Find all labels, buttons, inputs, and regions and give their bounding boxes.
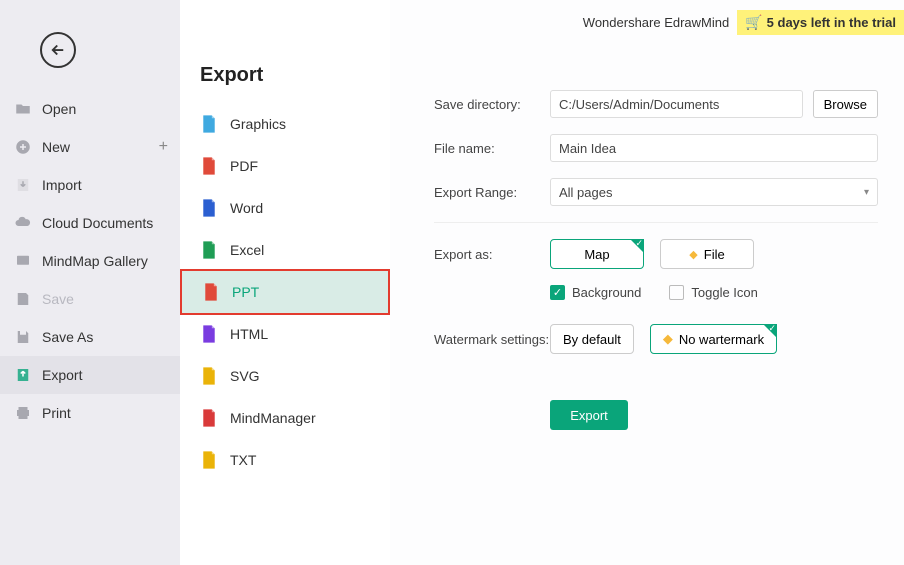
- checkbox-icon: [669, 285, 684, 300]
- format-label: TXT: [230, 452, 256, 468]
- import-icon: [14, 176, 32, 194]
- cb-label: Background: [572, 285, 641, 300]
- format-label: MindManager: [230, 410, 316, 426]
- save-icon: [14, 290, 32, 308]
- menu-print[interactable]: Print: [0, 394, 180, 432]
- arrow-left-icon: [49, 41, 67, 59]
- format-ppt[interactable]: PPT: [180, 269, 390, 315]
- file-ppt-icon: [202, 282, 220, 302]
- panel-title: Export: [180, 56, 390, 103]
- format-label: PDF: [230, 158, 258, 174]
- cb-label: Toggle Icon: [691, 285, 758, 300]
- menu-label: Cloud Documents: [42, 215, 153, 231]
- watermark-default[interactable]: By default: [550, 324, 634, 354]
- settings-pane: Save directory: Browse File name: Export…: [390, 0, 904, 565]
- watermark-label: Watermark settings:: [434, 332, 550, 347]
- format-svg[interactable]: SVG: [180, 355, 390, 397]
- format-label: SVG: [230, 368, 260, 384]
- menu-save: Save: [0, 280, 180, 318]
- saveas-icon: [14, 328, 32, 346]
- menu-label: Export: [42, 367, 82, 383]
- export-range-select[interactable]: All pages ▾: [550, 178, 878, 206]
- format-label: Graphics: [230, 116, 286, 132]
- chevron-down-icon: ▾: [864, 187, 869, 198]
- back-button[interactable]: [40, 32, 76, 68]
- menu-label: Save: [42, 291, 74, 307]
- watermark-none[interactable]: ◆No wartermark: [650, 324, 777, 354]
- export-button[interactable]: Export: [550, 400, 628, 430]
- file-name-label: File name:: [434, 141, 550, 156]
- menu-label: MindMap Gallery: [42, 253, 148, 269]
- export-range-label: Export Range:: [434, 185, 550, 200]
- format-label: PPT: [232, 284, 259, 300]
- save-dir-label: Save directory:: [434, 97, 550, 112]
- diamond-icon: ◆: [689, 248, 697, 261]
- export-as-file[interactable]: ◆File: [660, 239, 754, 269]
- file-html-icon: [200, 324, 218, 344]
- checkbox-checked-icon: ✓: [550, 285, 565, 300]
- format-graphics[interactable]: Graphics: [180, 103, 390, 145]
- menu-saveas[interactable]: Save As: [0, 318, 180, 356]
- plus-circle-icon: [14, 138, 32, 156]
- trial-text: 5 days left in the trial: [767, 15, 896, 30]
- cloud-icon: [14, 214, 32, 232]
- folder-icon: [14, 100, 32, 118]
- format-html[interactable]: HTML: [180, 313, 390, 355]
- file-pdf-icon: [200, 156, 218, 176]
- menu-open[interactable]: Open: [0, 90, 180, 128]
- format-word[interactable]: Word: [180, 187, 390, 229]
- print-icon: [14, 404, 32, 422]
- menu-import[interactable]: Import: [0, 166, 180, 204]
- format-label: Word: [230, 200, 263, 216]
- format-label: HTML: [230, 326, 268, 342]
- export-as-map[interactable]: Map: [550, 239, 644, 269]
- trial-badge[interactable]: 🛒 5 days left in the trial: [737, 10, 904, 35]
- menu-export[interactable]: Export: [0, 356, 180, 394]
- file-mindmanager-icon: [200, 408, 218, 428]
- menu-cloud[interactable]: Cloud Documents: [0, 204, 180, 242]
- file-txt-icon: [200, 450, 218, 470]
- add-icon[interactable]: +: [159, 138, 168, 156]
- toggle-icon-checkbox[interactable]: Toggle Icon: [669, 285, 758, 300]
- cart-icon: 🛒: [745, 14, 762, 31]
- format-label: Excel: [230, 242, 264, 258]
- menu-label: Open: [42, 101, 76, 117]
- background-checkbox[interactable]: ✓ Background: [550, 285, 641, 300]
- menu-label: Print: [42, 405, 71, 421]
- browse-button[interactable]: Browse: [813, 90, 878, 118]
- file-svg-icon: [200, 366, 218, 386]
- format-mindmanager[interactable]: MindManager: [180, 397, 390, 439]
- file-name-input[interactable]: [550, 134, 878, 162]
- file-graphics-icon: [200, 114, 218, 134]
- file-word-icon: [200, 198, 218, 218]
- format-txt[interactable]: TXT: [180, 439, 390, 481]
- menu-label: Import: [42, 177, 82, 193]
- save-dir-input[interactable]: [550, 90, 803, 118]
- diamond-icon: ◆: [663, 331, 673, 347]
- gallery-icon: [14, 252, 32, 270]
- export-as-label: Export as:: [434, 247, 550, 262]
- menu-new[interactable]: New +: [0, 128, 180, 166]
- menu-label: New: [42, 139, 70, 155]
- divider: [434, 222, 878, 223]
- menu-gallery[interactable]: MindMap Gallery: [0, 242, 180, 280]
- select-value: All pages: [559, 185, 612, 200]
- format-pdf[interactable]: PDF: [180, 145, 390, 187]
- format-excel[interactable]: Excel: [180, 229, 390, 271]
- export-panel: Export Graphics PDF Word Excel PPT HTML SVG Min…: [180, 0, 390, 565]
- left-menu: Open New + Import Cloud Documents MindMa…: [0, 90, 180, 432]
- export-icon: [14, 366, 32, 384]
- file-excel-icon: [200, 240, 218, 260]
- menu-label: Save As: [42, 329, 93, 345]
- brand-label: Wondershare EdrawMind: [583, 15, 729, 30]
